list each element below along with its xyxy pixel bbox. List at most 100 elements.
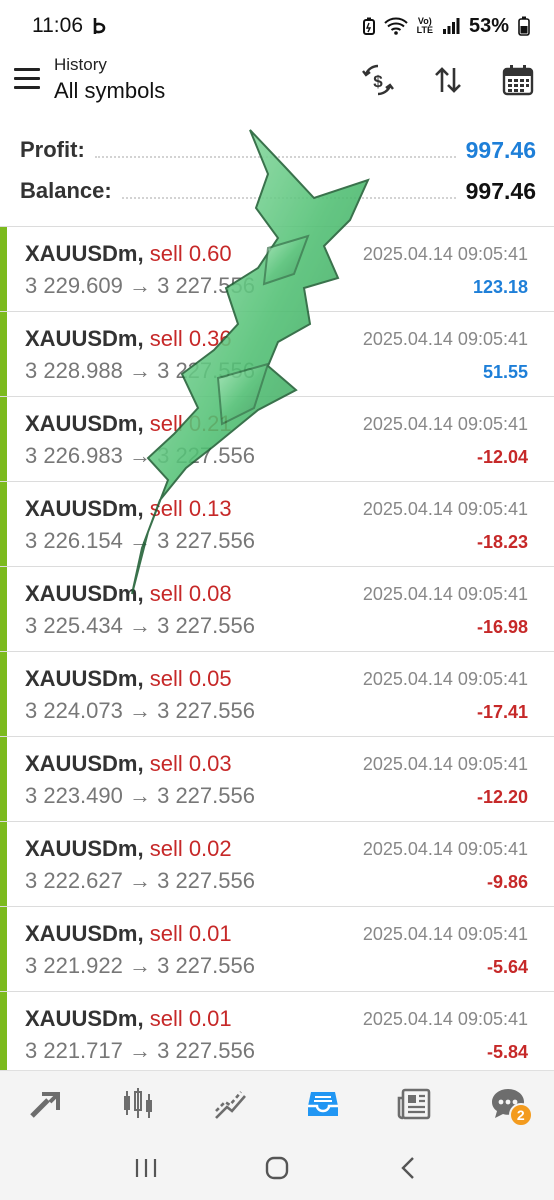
balance-row: Balance: 997.46 <box>20 173 536 209</box>
menu-icon[interactable] <box>14 68 40 90</box>
svg-text:$: $ <box>373 72 383 91</box>
trade-time: 2025.04.14 09:05:41 <box>362 839 528 859</box>
trade-separator: , <box>137 921 150 946</box>
trade-title: XAUUSDm, sell 0.36 <box>25 326 232 352</box>
battery-saver-icon <box>362 17 375 35</box>
home-icon[interactable] <box>255 1146 299 1190</box>
table-row[interactable]: XAUUSDm, sell 0.21 3 226.983 → 3 227.556… <box>0 396 554 481</box>
trade-side: sell 0.02 <box>149 836 232 861</box>
news-icon[interactable] <box>388 1077 442 1131</box>
trade-symbol: XAUUSDm <box>25 921 138 946</box>
trade-symbol: XAUUSDm <box>25 1006 138 1031</box>
history-icon[interactable] <box>296 1077 350 1131</box>
trade-side: sell 0.01 <box>149 921 232 946</box>
trade-side: sell 0.03 <box>149 751 232 776</box>
trade-pnl: -17.41 <box>476 702 528 722</box>
table-row[interactable]: XAUUSDm, sell 0.03 3 223.490 → 3 227.556… <box>0 736 554 821</box>
trade-separator: , <box>137 326 150 351</box>
row-accent <box>0 992 7 1076</box>
chat-badge: 2 <box>508 1102 533 1127</box>
row-accent <box>0 822 7 906</box>
trade-side: sell 0.36 <box>149 326 232 351</box>
account-summary: Profit: 997.46 Balance: 997.46 <box>0 126 554 218</box>
header-titles: History All symbols <box>54 54 165 106</box>
trade-symbol: XAUUSDm <box>25 836 138 861</box>
trade-time: 2025.04.14 09:05:41 <box>362 1009 528 1029</box>
trade-time: 2025.04.14 09:05:41 <box>362 329 528 349</box>
trade-side: sell 0.21 <box>149 411 232 436</box>
notification-b-icon <box>93 17 107 35</box>
trade-separator: , <box>137 581 150 606</box>
trade-side: sell 0.01 <box>149 1006 232 1031</box>
trade-prices: 3 228.988 → 3 227.556 <box>25 358 255 383</box>
trade-separator: , <box>137 836 150 861</box>
trade-prices: 3 222.627 → 3 227.556 <box>25 868 255 893</box>
recent-apps-icon[interactable] <box>124 1146 168 1190</box>
balance-value: 997.46 <box>465 177 536 204</box>
quotes-icon[interactable] <box>19 1077 73 1131</box>
table-row[interactable]: XAUUSDm, sell 0.02 3 222.627 → 3 227.556… <box>0 821 554 906</box>
table-row[interactable]: XAUUSDm, sell 0.36 3 228.988 → 3 227.556… <box>0 311 554 396</box>
table-row[interactable]: XAUUSDm, sell 0.60 3 229.609 → 3 227.556… <box>0 226 554 311</box>
trade-side: sell 0.13 <box>149 496 232 521</box>
trade-separator: , <box>137 496 150 521</box>
status-left: 11:06 <box>32 14 107 38</box>
trade-pnl: -18.23 <box>476 532 528 552</box>
table-row[interactable]: XAUUSDm, sell 0.01 3 221.922 → 3 227.556… <box>0 906 554 991</box>
trade-title: XAUUSDm, sell 0.13 <box>25 496 232 522</box>
trade-title: XAUUSDm, sell 0.01 <box>25 921 232 947</box>
trade-pnl: -5.84 <box>486 1042 528 1062</box>
system-nav <box>0 1136 554 1200</box>
balance-label: Balance: <box>20 178 112 203</box>
header-title[interactable]: All symbols <box>54 76 165 106</box>
calendar-icon[interactable] <box>500 62 536 98</box>
trade-title: XAUUSDm, sell 0.01 <box>25 1006 232 1032</box>
trade-time: 2025.04.14 09:05:41 <box>362 924 528 944</box>
trade-symbol: XAUUSDm <box>25 751 138 776</box>
trade-title: XAUUSDm, sell 0.60 <box>25 241 232 267</box>
chat-icon[interactable]: 2 <box>481 1077 535 1131</box>
row-accent <box>0 737 7 821</box>
trade-title: XAUUSDm, sell 0.05 <box>25 666 232 692</box>
trade-pnl: 51.55 <box>482 362 528 382</box>
trade-prices: 3 226.983 → 3 227.556 <box>25 443 255 468</box>
trade-side: sell 0.60 <box>149 241 232 266</box>
trade-title: XAUUSDm, sell 0.02 <box>25 836 232 862</box>
trade-pnl: -16.98 <box>476 617 528 637</box>
trade-title: XAUUSDm, sell 0.03 <box>25 751 232 777</box>
table-row[interactable]: XAUUSDm, sell 0.05 3 224.073 → 3 227.556… <box>0 651 554 736</box>
trade-pnl: -12.04 <box>476 447 528 467</box>
trade-title: XAUUSDm, sell 0.08 <box>25 581 232 607</box>
profit-row: Profit: 997.46 <box>20 132 536 168</box>
trade-prices: 3 223.490 → 3 227.556 <box>25 783 255 808</box>
trade-prices: 3 229.609 → 3 227.556 <box>25 273 255 298</box>
trade-side: sell 0.05 <box>149 666 232 691</box>
back-icon[interactable] <box>386 1146 430 1190</box>
signal-icon <box>442 17 460 35</box>
lte-indicator: Vo) LTE <box>417 17 433 35</box>
balance-dots <box>121 183 456 199</box>
table-row[interactable]: XAUUSDm, sell 0.01 3 221.717 → 3 227.556… <box>0 991 554 1076</box>
dollar-exchange-icon[interactable]: $ <box>360 62 396 98</box>
profit-value: 997.46 <box>465 136 536 163</box>
trade-symbol: XAUUSDm <box>25 241 138 266</box>
trade-time: 2025.04.14 09:05:41 <box>362 584 528 604</box>
trade-separator: , <box>137 1006 150 1031</box>
profit-label: Profit: <box>20 137 85 162</box>
header-actions: $ <box>360 62 536 98</box>
table-row[interactable]: XAUUSDm, sell 0.13 3 226.154 → 3 227.556… <box>0 481 554 566</box>
profit-dots <box>94 142 456 158</box>
battery-icon <box>518 16 530 36</box>
trade-side: sell 0.08 <box>149 581 232 606</box>
row-accent <box>0 397 7 481</box>
trade-icon[interactable] <box>204 1077 258 1131</box>
table-row[interactable]: XAUUSDm, sell 0.08 3 225.434 → 3 227.556… <box>0 566 554 651</box>
row-accent <box>0 482 7 566</box>
trade-time: 2025.04.14 09:05:41 <box>362 669 528 689</box>
trade-time: 2025.04.14 09:05:41 <box>362 499 528 519</box>
trade-symbol: XAUUSDm <box>25 496 138 521</box>
status-time: 11:06 <box>32 14 83 37</box>
chart-icon[interactable] <box>111 1077 165 1131</box>
trade-pnl: -12.20 <box>476 787 528 807</box>
sort-icon[interactable] <box>430 62 466 98</box>
